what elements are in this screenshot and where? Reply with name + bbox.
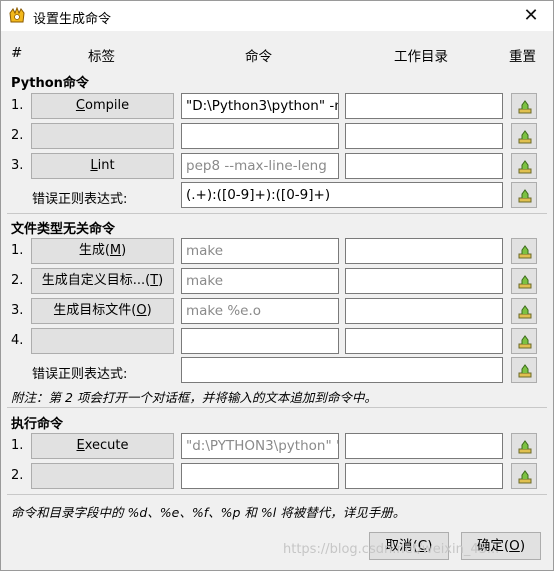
python-label-button-1[interactable]: Compile [31,93,174,119]
label-main: 生成目标文件( [53,303,137,318]
independent-regex-label: 错误正则表达式: [32,367,128,382]
separator [7,407,547,408]
python-label-button-2[interactable] [31,123,174,149]
mnemonic: C [75,98,85,113]
reset-icon [518,335,532,349]
independent-regex-field[interactable] [181,357,503,383]
geany-app-icon [9,7,25,23]
header-command: 命令 [245,49,272,65]
mnemonic: T [150,273,159,288]
python-regex-label: 错误正则表达式: [32,192,128,207]
reset-icon [518,130,532,144]
dialog-window: 设置生成命令 ✕ # 标签 命令 工作目录 重置 Python命令 1. Com… [0,0,554,571]
window-title: 设置生成命令 [33,12,112,27]
python-regex-field[interactable]: (.+):([0-9]+):([0-9]+) [181,182,503,208]
row-number: 1. [11,98,24,113]
reset-button[interactable] [511,238,537,264]
row-number: 3. [11,303,24,318]
header-reset: 重置 [509,49,536,65]
build-command-field-2[interactable]: make [181,268,339,294]
header-workdir: 工作目录 [394,49,448,65]
build-label-button-2[interactable]: 生成自定义目标...(T) [31,268,174,294]
build-label-button-1[interactable]: 生成(M) [31,238,174,264]
label-main: 生成( [78,243,110,258]
header-num: # [11,45,23,61]
reset-button[interactable] [511,182,537,208]
reset-button[interactable] [511,357,537,383]
mnemonic: O [136,303,147,318]
reset-icon [518,470,532,484]
row-number: 2. [11,468,24,483]
python-command-field-3[interactable]: pep8 --max-line-leng [181,153,339,179]
reset-icon [518,440,532,454]
build-label-button-4[interactable] [31,328,174,354]
python-workdir-field-3[interactable] [345,153,503,179]
watermark: https://blog.csdn.net/weixin_43... [283,542,500,557]
build-command-field-3[interactable]: make %e.o [181,298,339,324]
mnemonic: O [509,538,520,554]
row-number: 2. [11,128,24,143]
reset-icon [518,364,532,378]
section-python-title: Python命令 [11,76,89,91]
build-workdir-field-4[interactable] [345,328,503,354]
reset-button[interactable] [511,153,537,179]
ok-label-end: ) [519,538,526,554]
reset-icon [518,305,532,319]
reset-icon [518,100,532,114]
independent-note: 附注：第 2 项会打开一个对话框，并将输入的文本追加到命令中。 [11,390,377,405]
title-bar: 设置生成命令 ✕ [1,1,553,31]
python-command-field-2[interactable] [181,123,339,149]
footer-note: 命令和目录字段中的 %d、%e、%f、%p 和 %l 将被替代，详见手册。 [11,505,406,520]
execute-label-button-2[interactable] [31,463,174,489]
python-workdir-field-2[interactable] [345,123,503,149]
build-workdir-field-1[interactable] [345,238,503,264]
row-number: 2. [11,273,24,288]
reset-button[interactable] [511,433,537,459]
python-workdir-field-1[interactable] [345,93,503,119]
label-end: ) [121,243,127,258]
label-main: 生成自定义目标...( [41,273,151,288]
reset-button[interactable] [511,123,537,149]
build-command-field-1[interactable]: make [181,238,339,264]
row-number: 1. [11,438,24,453]
row-number: 3. [11,158,24,173]
reset-icon [518,275,532,289]
reset-button[interactable] [511,93,537,119]
row-number: 1. [11,243,24,258]
close-icon[interactable]: ✕ [517,3,545,29]
reset-button[interactable] [511,463,537,489]
label-rest: int [97,158,115,173]
separator [7,494,547,495]
header-label: 标签 [88,49,115,65]
build-workdir-field-3[interactable] [345,298,503,324]
mnemonic: E [76,438,85,453]
label-rest: ompile [84,98,130,113]
mnemonic: M [109,243,122,258]
execute-command-field-2[interactable] [181,463,339,489]
build-command-field-4[interactable] [181,328,339,354]
label-end: ) [146,303,152,318]
reset-icon [518,160,532,174]
label-rest: xecute [84,438,129,453]
section-execute-title: 执行命令 [11,417,64,432]
label-end: ) [158,273,164,288]
execute-command-field-1[interactable]: "d:\PYTHON3\python" "%f" [181,433,339,459]
reset-icon [518,245,532,259]
python-command-field-1[interactable]: "D:\Python3\python" -m py_compile "%f" [181,93,339,119]
build-label-button-3[interactable]: 生成目标文件(O) [31,298,174,324]
mnemonic: L [90,158,98,173]
row-number: 4. [11,333,24,348]
execute-workdir-field-1[interactable] [345,433,503,459]
section-independent-title: 文件类型无关命令 [11,222,116,237]
reset-icon [518,189,532,203]
execute-workdir-field-2[interactable] [345,463,503,489]
reset-button[interactable] [511,328,537,354]
build-workdir-field-2[interactable] [345,268,503,294]
separator [7,213,547,214]
execute-label-button-1[interactable]: Execute [31,433,174,459]
reset-button[interactable] [511,268,537,294]
python-label-button-3[interactable]: Lint [31,153,174,179]
reset-button[interactable] [511,298,537,324]
